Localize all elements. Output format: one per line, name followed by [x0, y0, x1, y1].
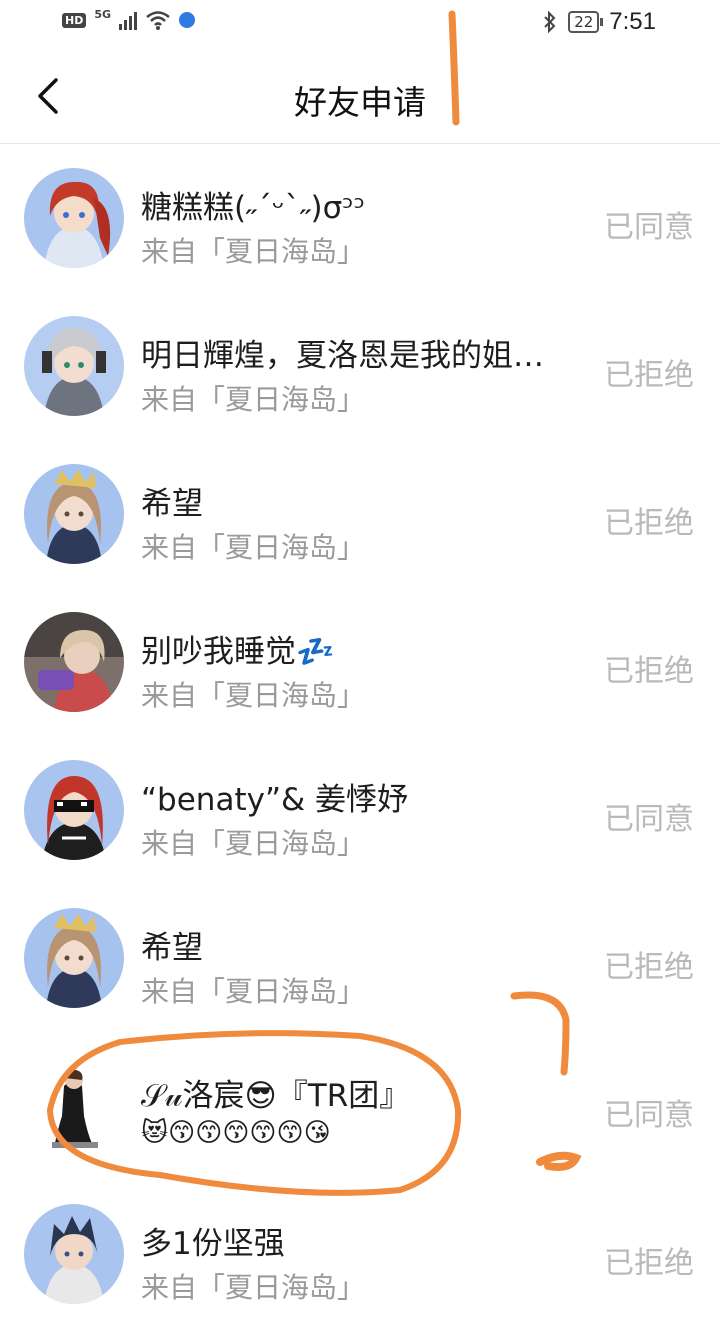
- bluetooth-icon: [544, 10, 556, 34]
- request-status: 已同意: [604, 1098, 694, 1133]
- request-row[interactable]: “benaty”& 姜悸妤 来自「夏日海岛」 已同意: [0, 736, 720, 884]
- friend-name: 𝒮𝓊洛宸😎『TR团』: [141, 1078, 411, 1114]
- avatar[interactable]: [24, 168, 124, 268]
- request-source: 来自「夏日海岛」: [141, 383, 366, 416]
- status-right: 22 7:51: [542, 8, 656, 36]
- request-row[interactable]: 希望 来自「夏日海岛」 已拒绝: [0, 440, 720, 588]
- request-row[interactable]: 多1份坚强 来自「夏日海岛」 已拒绝: [0, 1180, 720, 1328]
- friend-name: 糖糕糕(˶ˊᵕˋ˶)σᵓᵓ: [141, 190, 366, 226]
- request-status: 已拒绝: [604, 1246, 694, 1281]
- avatar[interactable]: [24, 612, 124, 712]
- hd-badge: HD: [62, 12, 87, 28]
- signal-icon: [119, 10, 138, 30]
- status-left: HD 5G: [62, 7, 196, 30]
- avatar[interactable]: [24, 908, 124, 1008]
- clock: 7:51: [609, 8, 656, 35]
- network-type: 5G: [94, 7, 112, 21]
- page-title: 好友申请: [294, 83, 426, 122]
- request-status: 已拒绝: [604, 506, 694, 541]
- request-source: 来自「夏日海岛」: [141, 827, 366, 860]
- request-status: 已同意: [604, 210, 694, 245]
- request-source: 来自「夏日海岛」: [141, 1271, 366, 1304]
- battery-icon: 22: [568, 11, 604, 33]
- friend-name: “benaty”& 姜悸妤: [141, 782, 409, 818]
- request-source: 来自「夏日海岛」: [141, 235, 366, 268]
- request-status: 已拒绝: [604, 950, 694, 985]
- header: 好友申请: [0, 48, 720, 144]
- request-source: 来自「夏日海岛」: [141, 679, 366, 712]
- avatar[interactable]: [24, 1056, 124, 1156]
- status-bar: HD 5G 22 7:51: [0, 0, 720, 48]
- friend-name: 希望: [141, 930, 203, 966]
- avatar[interactable]: [24, 316, 124, 416]
- avatar[interactable]: [24, 1204, 124, 1304]
- request-row[interactable]: 𝒮𝓊洛宸😎『TR团』 😻😙😙😙😙😙😘 已同意: [0, 1032, 720, 1180]
- friend-signature: 😻😙😙😙😙😙😘: [141, 1118, 331, 1148]
- friend-name: 多1份坚强: [141, 1226, 285, 1262]
- friend-name: 别吵我睡觉💤: [141, 634, 335, 670]
- friend-name: 明日輝煌，夏洛恩是我的姐…: [141, 338, 544, 374]
- request-status: 已拒绝: [604, 654, 694, 689]
- avatar[interactable]: [24, 464, 124, 564]
- request-status: 已同意: [604, 802, 694, 837]
- request-row[interactable]: 糖糕糕(˶ˊᵕˋ˶)σᵓᵓ 来自「夏日海岛」 已同意: [0, 144, 720, 292]
- request-source: 来自「夏日海岛」: [141, 531, 366, 564]
- request-row[interactable]: 希望 来自「夏日海岛」 已拒绝: [0, 884, 720, 1032]
- request-row[interactable]: 别吵我睡觉💤 来自「夏日海岛」 已拒绝: [0, 588, 720, 736]
- request-status: 已拒绝: [604, 358, 694, 393]
- friend-request-list: 糖糕糕(˶ˊᵕˋ˶)σᵓᵓ 来自「夏日海岛」 已同意 明日輝煌，夏洛恩是我的姐……: [0, 144, 720, 1328]
- request-row[interactable]: 明日輝煌，夏洛恩是我的姐… 来自「夏日海岛」 已拒绝: [0, 292, 720, 440]
- avatar[interactable]: [24, 760, 124, 860]
- request-source: 来自「夏日海岛」: [141, 975, 366, 1008]
- friend-name: 希望: [141, 486, 203, 522]
- browser-icon: [179, 12, 196, 28]
- wifi-icon: [146, 11, 170, 30]
